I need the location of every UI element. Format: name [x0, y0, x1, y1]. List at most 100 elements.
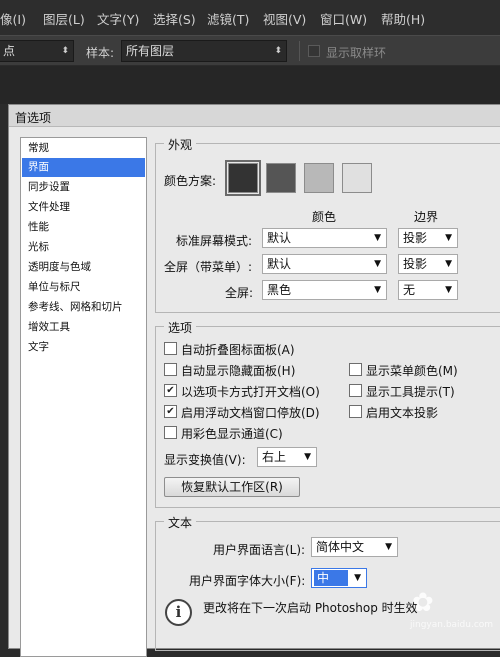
fullscreen-menu-border-select[interactable]: 投影 ▼	[398, 254, 458, 274]
menu-filter[interactable]: 滤镜(T)	[207, 9, 249, 28]
menu-image[interactable]: 像(I)	[0, 9, 26, 28]
menu-window[interactable]: 窗口(W)	[320, 9, 367, 28]
menu-layer[interactable]: 图层(L)	[43, 9, 85, 28]
dropdown-arrow-icon: ▼	[445, 233, 452, 243]
workspace-background	[0, 66, 500, 104]
standard-screen-border-value: 投影	[403, 231, 428, 245]
sample-size-select[interactable]: 点 ⬍	[0, 40, 74, 62]
category-units[interactable]: 单位与标尺	[22, 278, 145, 297]
checkmark-icon: ✔	[166, 406, 175, 417]
updown-icon: ⬍	[274, 46, 282, 56]
menu-type[interactable]: 文字(Y)	[97, 9, 139, 28]
floating-dock-label: 启用浮动文档窗口停放(D)	[181, 406, 320, 420]
checkmark-icon: ✔	[166, 385, 175, 396]
category-interface[interactable]: 界面	[22, 158, 145, 177]
info-icon: i	[165, 599, 192, 626]
standard-screen-color-select[interactable]: 默认 ▼	[262, 228, 387, 248]
text-shadow-label: 启用文本投影	[366, 406, 439, 420]
category-guides[interactable]: 参考线、网格和切片	[22, 298, 145, 317]
category-cursors[interactable]: 光标	[22, 238, 145, 257]
sample-label: 样本:	[86, 46, 115, 60]
tooltips-checkbox[interactable]	[349, 384, 362, 397]
color-swatch-lightest[interactable]	[342, 163, 372, 193]
dropdown-arrow-icon: ▼	[374, 233, 381, 243]
updown-icon: ⬍	[61, 46, 69, 56]
ui-font-size-value: 中	[314, 570, 348, 586]
watermark-text: jingyan.baidu.com	[410, 620, 494, 630]
fullscreen-menu-border-value: 投影	[403, 257, 428, 271]
category-list: 常规 界面 同步设置 文件处理 性能 光标 透明度与色域 单位与标尺 参考线、网…	[20, 137, 147, 657]
sample-value: 所有图层	[126, 44, 175, 58]
ui-font-size-label: 用户界面字体大小(F):	[189, 574, 306, 588]
watermark: ✿ jingyan.baidu.com	[410, 588, 494, 638]
fullscreen-color-value: 黑色	[267, 283, 292, 297]
category-transparency[interactable]: 透明度与色域	[22, 258, 145, 277]
restart-note: 更改将在下一次启动 Photoshop 时生效	[203, 601, 418, 615]
menu-colors-label: 显示菜单颜色(M)	[366, 364, 458, 378]
options-bar: 点 ⬍ 样本: 所有图层 ⬍ 显示取样环	[0, 35, 500, 65]
color-swatch-light[interactable]	[304, 163, 334, 193]
appearance-title: 外观	[164, 136, 197, 153]
paw-logo-icon: ✿	[412, 588, 434, 618]
category-performance[interactable]: 性能	[22, 218, 145, 237]
ui-language-value: 简体中文	[316, 540, 365, 554]
color-swatch-darkest[interactable]	[225, 160, 261, 196]
menu-bar: 像(I) 图层(L) 文字(Y) 选择(S) 滤镜(T) 视图(V) 窗口(W)…	[0, 0, 500, 35]
auto-show-hidden-label: 自动显示隐藏面板(H)	[181, 364, 296, 378]
ui-language-select[interactable]: 简体中文 ▼	[311, 537, 398, 557]
sample-size-value: 点	[3, 44, 16, 58]
color-scheme-label: 颜色方案:	[164, 174, 217, 188]
dropdown-arrow-icon: ▼	[374, 285, 381, 295]
dropdown-arrow-icon: ▼	[354, 573, 361, 583]
auto-show-hidden-checkbox[interactable]	[164, 363, 177, 376]
ui-language-label: 用户界面语言(L):	[213, 543, 306, 557]
transform-values-label: 显示变换值(V):	[164, 453, 246, 467]
floating-dock-checkbox[interactable]: ✔	[164, 405, 177, 418]
reset-workspace-button[interactable]: 恢复默认工作区(R)	[164, 477, 300, 497]
standard-screen-color-value: 默认	[267, 231, 292, 245]
category-sync[interactable]: 同步设置	[22, 178, 145, 197]
toolbar-divider	[299, 41, 300, 61]
category-file-handling[interactable]: 文件处理	[22, 198, 145, 217]
column-color-heading: 颜色	[312, 210, 337, 224]
fullscreen-label: 全屏:	[225, 286, 254, 300]
dropdown-arrow-icon: ▼	[385, 542, 392, 552]
fullscreen-border-value: 无	[403, 283, 416, 297]
fullscreen-menu-color-select[interactable]: 默认 ▼	[262, 254, 387, 274]
fullscreen-menu-color-value: 默认	[267, 257, 292, 271]
text-shadow-checkbox[interactable]	[349, 405, 362, 418]
ui-font-size-select[interactable]: 中 ▼	[311, 568, 367, 588]
transform-values-value: 右上	[262, 450, 287, 464]
category-plugins[interactable]: 增效工具	[22, 318, 145, 337]
menu-help[interactable]: 帮助(H)	[381, 9, 425, 28]
transform-values-select[interactable]: 右上 ▼	[257, 447, 317, 467]
options-title: 选项	[164, 319, 197, 336]
fullscreen-color-select[interactable]: 黑色 ▼	[262, 280, 387, 300]
menu-view[interactable]: 视图(V)	[263, 9, 306, 28]
auto-collapse-checkbox[interactable]	[164, 342, 177, 355]
fullscreen-border-select[interactable]: 无 ▼	[398, 280, 458, 300]
color-channels-checkbox[interactable]	[164, 426, 177, 439]
open-as-tabs-label: 以选项卡方式打开文档(O)	[181, 385, 320, 399]
dropdown-arrow-icon: ▼	[445, 285, 452, 295]
color-swatch-dark[interactable]	[266, 163, 296, 193]
show-ring-checkbox[interactable]	[308, 45, 320, 57]
text-title: 文本	[164, 514, 197, 531]
tooltips-label: 显示工具提示(T)	[366, 385, 455, 399]
menu-colors-checkbox[interactable]	[349, 363, 362, 376]
dropdown-arrow-icon: ▼	[374, 259, 381, 269]
standard-screen-label: 标准屏幕模式:	[176, 234, 253, 248]
category-general[interactable]: 常规	[22, 139, 145, 158]
open-as-tabs-checkbox[interactable]: ✔	[164, 384, 177, 397]
dialog-title: 首选项	[15, 111, 52, 125]
dialog-titlebar[interactable]: 首选项	[9, 105, 500, 127]
fullscreen-menu-label: 全屏（带菜单）:	[164, 260, 253, 274]
dropdown-arrow-icon: ▼	[304, 452, 311, 462]
sample-select[interactable]: 所有图层 ⬍	[121, 40, 287, 62]
menu-select[interactable]: 选择(S)	[153, 9, 196, 28]
column-border-heading: 边界	[414, 210, 439, 224]
color-channels-label: 用彩色显示通道(C)	[181, 427, 283, 441]
auto-collapse-label: 自动折叠图标面板(A)	[181, 343, 295, 357]
category-type[interactable]: 文字	[22, 338, 145, 357]
standard-screen-border-select[interactable]: 投影 ▼	[398, 228, 458, 248]
